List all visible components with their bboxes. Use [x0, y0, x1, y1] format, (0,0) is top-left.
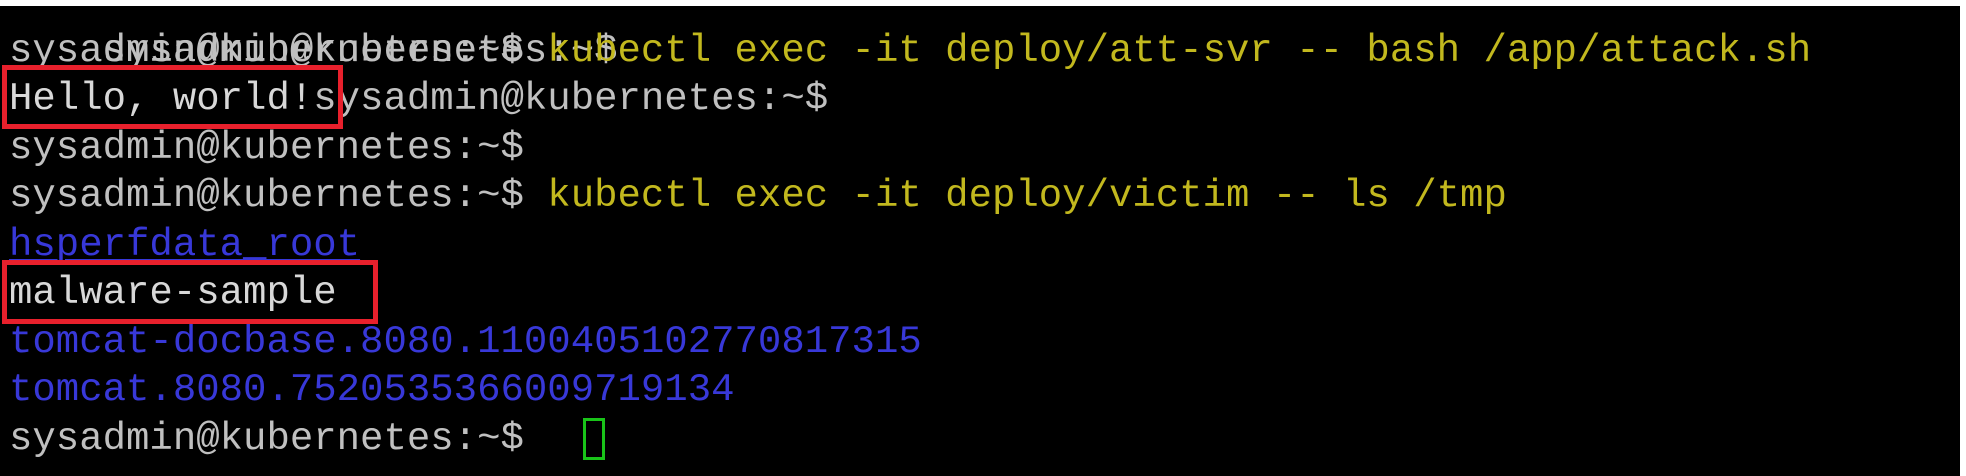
prompt: sysadmin@kubernetes:~$ [9, 29, 524, 73]
directory-entry: hsperfdata_root [9, 223, 361, 267]
terminal-line-partial: sysadmin@kubernetes:~$ [9, 6, 618, 73]
text-cursor [583, 418, 605, 460]
prompt: sysadmin@kubernetes:~$ [9, 126, 524, 170]
terminal-line-prompt: sysadmin@kubernetes:~$ [9, 124, 524, 172]
file-entry: tomcat-docbase.8080.1100405102770817315 [9, 320, 922, 364]
prompt: sysadmin@kubernetes:~$ [9, 174, 524, 218]
terminal-line-malware: malware-sample [9, 269, 337, 317]
terminal-line-tomcat-docbase: tomcat-docbase.8080.1100405102770817315 [9, 318, 922, 366]
terminal-line-attack-command: sysadmin@kubernetes:~$ kubectl exec -it … [9, 27, 1811, 75]
terminal-line-dir-hsperf: hsperfdata_root [9, 221, 360, 269]
terminal-line-hello-output: Hello, world!sysadmin@kubernetes:~$ [9, 75, 828, 123]
terminal-line-ls-command: sysadmin@kubernetes:~$ kubectl exec -it … [9, 172, 1507, 220]
file-entry-malware: malware-sample [9, 271, 337, 315]
file-entry: tomcat.8080.7520535366009719134 [9, 368, 735, 412]
command-text: kubectl exec -it deploy/att-svr -- bash … [547, 29, 1812, 73]
terminal-window[interactable]: sysadmin@kubernetes:~$ sysadmin@kubernet… [0, 6, 1960, 476]
command-text: kubectl exec -it deploy/victim -- ls /tm… [547, 174, 1507, 218]
prompt: sysadmin@kubernetes:~$ [313, 77, 829, 121]
terminal-line-tomcat: tomcat.8080.7520535366009719134 [9, 366, 735, 414]
hello-output: Hello, world! [9, 77, 314, 121]
terminal-line-current-prompt: sysadmin@kubernetes:~$ [9, 415, 524, 463]
prompt: sysadmin@kubernetes:~$ [9, 417, 524, 461]
